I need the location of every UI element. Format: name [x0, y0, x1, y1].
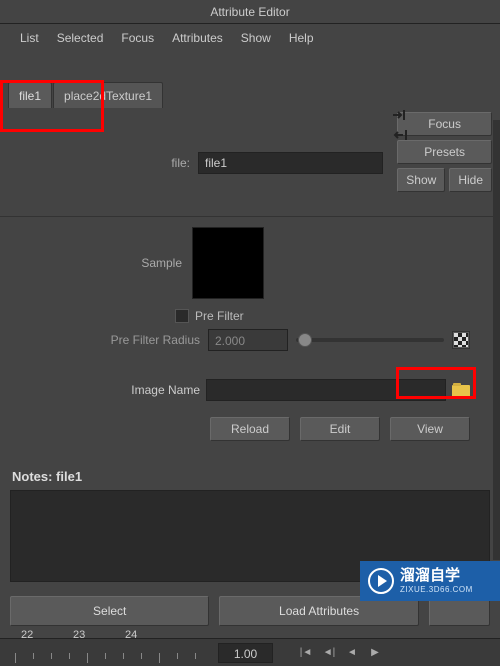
play-circle-icon: [368, 568, 394, 594]
playback-controls: |◄ ◄| ◄ ▶: [296, 643, 385, 663]
focus-button[interactable]: Focus: [397, 112, 492, 136]
map-button[interactable]: [452, 331, 470, 349]
sample-swatch[interactable]: [192, 227, 264, 299]
nav-in-icon[interactable]: [392, 108, 410, 122]
window-title-bar: Attribute Editor: [0, 0, 500, 24]
tab-file1[interactable]: file1: [8, 82, 52, 108]
image-name-input[interactable]: [206, 379, 446, 401]
menu-help[interactable]: Help: [289, 31, 314, 45]
prefilter-radius-label: Pre Filter Radius: [60, 333, 200, 347]
prefilter-radius-slider[interactable]: [296, 338, 444, 342]
tabs-row: file1 place2dTexture1: [0, 82, 500, 108]
tick-22: 22: [21, 629, 33, 641]
play-back-icon[interactable]: ◄: [342, 643, 362, 663]
scrollbar[interactable]: [493, 120, 500, 560]
select-button[interactable]: Select: [10, 596, 209, 626]
menu-selected[interactable]: Selected: [57, 31, 104, 45]
current-frame-input[interactable]: 1.00: [218, 643, 273, 663]
menu-attributes[interactable]: Attributes: [172, 31, 223, 45]
menu-focus[interactable]: Focus: [121, 31, 154, 45]
watermark-sub: ZIXUE.3D66.COM: [400, 585, 473, 594]
prefilter-checkbox[interactable]: [175, 309, 189, 323]
timeline[interactable]: 22 23 24 1.00 |◄ ◄| ◄ ▶: [0, 638, 500, 666]
file-label: file:: [120, 156, 190, 170]
file-name-input[interactable]: [198, 152, 383, 174]
menu-show[interactable]: Show: [241, 31, 271, 45]
play-forward-icon[interactable]: ▶: [365, 643, 385, 663]
step-back-icon[interactable]: ◄|: [319, 643, 339, 663]
tick-23: 23: [73, 629, 85, 641]
menu-list[interactable]: List: [20, 31, 39, 45]
sample-label: Sample: [112, 256, 182, 270]
goto-start-icon[interactable]: |◄: [296, 643, 316, 663]
window-title: Attribute Editor: [210, 5, 289, 19]
edit-button[interactable]: Edit: [300, 417, 380, 441]
watermark: 溜溜自学 ZIXUE.3D66.COM: [360, 561, 500, 601]
prefilter-label: Pre Filter: [195, 309, 244, 323]
tab-place2dtexture1[interactable]: place2dTexture1: [53, 82, 163, 108]
slider-thumb[interactable]: [298, 333, 312, 347]
nav-out-icon[interactable]: [392, 128, 410, 142]
image-name-label: Image Name: [60, 383, 200, 397]
checker-icon: [454, 333, 468, 347]
menu-bar: List Selected Focus Attributes Show Help: [0, 24, 500, 52]
notes-header: Notes: file1: [0, 465, 500, 488]
watermark-brand: 溜溜自学: [400, 568, 473, 585]
reload-button[interactable]: Reload: [210, 417, 290, 441]
tick-24: 24: [125, 629, 137, 641]
folder-icon[interactable]: [452, 383, 470, 397]
view-button[interactable]: View: [390, 417, 470, 441]
prefilter-radius-value[interactable]: 2.000: [208, 329, 288, 351]
